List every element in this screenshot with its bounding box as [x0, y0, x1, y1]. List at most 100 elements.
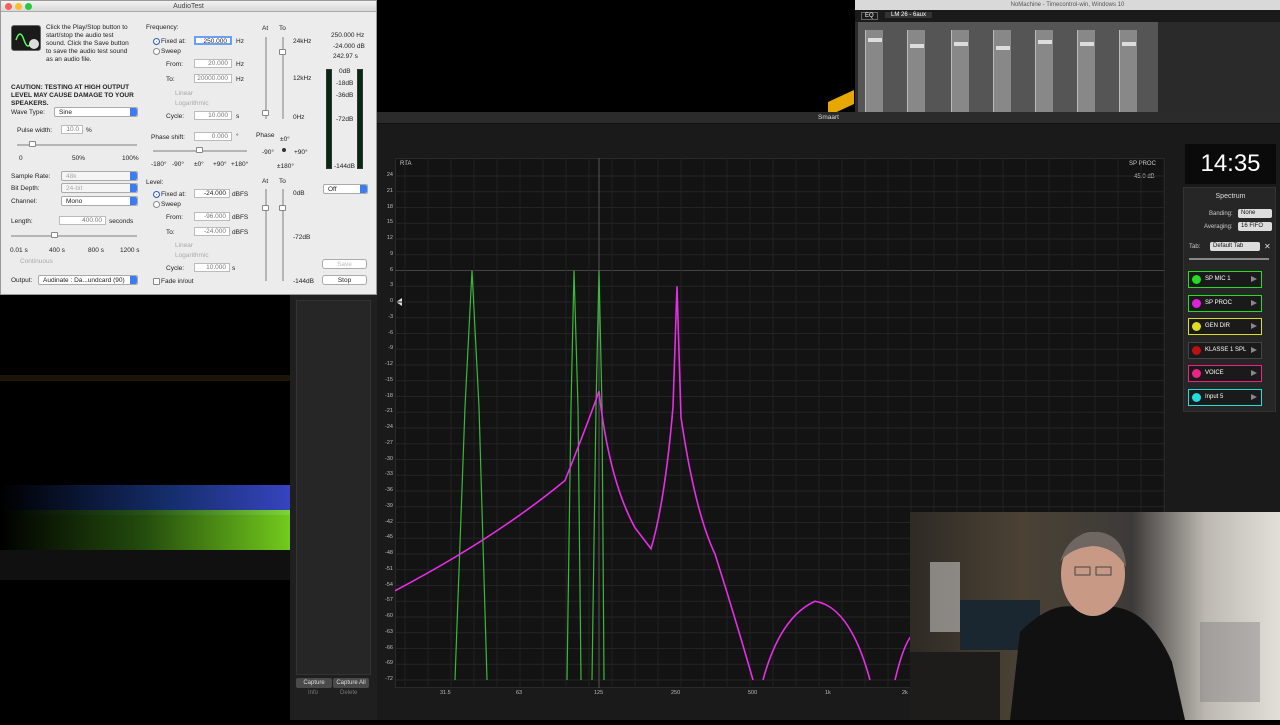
length-tick-min: 0.01 s [10, 247, 28, 254]
track-item[interactable]: GEN DIR [1188, 318, 1262, 335]
track-label: VOICE [1205, 370, 1224, 376]
freq-log-radio: Logarithmic [175, 100, 209, 107]
track-item[interactable]: VOICE [1188, 365, 1262, 382]
output-select[interactable]: Audinate : Da...undcard (90) [38, 275, 138, 285]
channel-select[interactable]: Mono [61, 196, 138, 206]
freq-from-field[interactable]: 20.000 [194, 59, 232, 68]
level-cycle-label: Cycle: [166, 265, 185, 272]
freq-fixed-field[interactable]: 250.000 [194, 36, 232, 45]
track-play-icon[interactable] [1251, 393, 1257, 400]
fade-checkbox[interactable] [153, 278, 160, 285]
tab-lm26[interactable]: LM 26 - 6aux [885, 12, 933, 18]
frequency-label: Frequency: [146, 24, 179, 31]
track-color-icon[interactable] [1192, 345, 1201, 355]
tab-select[interactable]: Default Tab [1210, 242, 1260, 251]
track-item[interactable]: SP MIC 1 [1188, 271, 1262, 288]
averaging-select[interactable]: 16 FIFO [1238, 222, 1272, 231]
capture-all-button[interactable]: Capture All [333, 678, 369, 688]
mixer-fader[interactable] [951, 30, 969, 112]
freq-cycle-field[interactable]: 10.000 [194, 111, 232, 120]
tools-icon[interactable]: ✕ [1264, 242, 1273, 251]
track-color-icon[interactable] [1192, 392, 1201, 402]
play-stop-icon[interactable] [11, 25, 41, 51]
track-play-icon[interactable] [1251, 276, 1257, 282]
wave-type-select[interactable]: Sine [54, 107, 138, 117]
freq-to-field[interactable]: 20000.000 [194, 74, 232, 83]
track-play-icon[interactable] [1251, 323, 1257, 329]
track-color-icon[interactable] [1192, 298, 1201, 308]
desktop-background [0, 295, 290, 720]
freq-at-knob[interactable] [262, 110, 269, 116]
freq-sweep-radio[interactable] [153, 48, 160, 55]
mixer-fader[interactable] [993, 30, 1011, 112]
minimize-icon[interactable] [15, 3, 22, 10]
phase-knob[interactable] [196, 147, 203, 153]
phase-shift-field[interactable]: 0.000 [194, 132, 232, 141]
track-item[interactable]: KLASSE 1 SPL [1188, 341, 1262, 359]
mixer-fader[interactable] [1035, 30, 1053, 112]
freq-to-knob[interactable] [279, 49, 286, 55]
pulse-tick-50: 50% [72, 155, 86, 162]
close-icon[interactable] [5, 3, 12, 10]
caution-text: CAUTION: TESTING AT HIGH OUTPUT LEVEL MA… [11, 84, 134, 107]
length-tick-800: 800 s [88, 247, 104, 254]
level-to-field[interactable]: -24.000 [194, 227, 230, 236]
level-to-slider[interactable] [282, 189, 284, 281]
zoom-icon[interactable] [25, 3, 32, 10]
track-play-icon[interactable] [1251, 299, 1257, 306]
freq-at-slider[interactable] [265, 37, 267, 119]
track-color-icon[interactable] [1192, 275, 1201, 284]
zoom-slider[interactable] [1189, 258, 1269, 260]
track-item[interactable]: Input 5 [1188, 388, 1262, 406]
pulse-width-knob[interactable] [29, 141, 36, 147]
smaart-titlebar[interactable]: Smaart [377, 112, 1280, 124]
level-fixed-radio[interactable] [153, 191, 160, 198]
y-tick-label: -69 [385, 660, 393, 667]
audiotest-titlebar[interactable]: AudioTest [1, 1, 376, 12]
channel-value: Mono [66, 198, 83, 205]
mixer-fader[interactable] [1077, 30, 1095, 112]
tab-eq[interactable]: EQ [861, 12, 878, 20]
level-at-slider[interactable] [265, 189, 267, 281]
level-log-radio: Logarithmic [175, 252, 209, 259]
mixer-fader[interactable] [907, 30, 925, 112]
stop-button[interactable]: Stop [322, 275, 367, 285]
level-to-knob[interactable] [279, 205, 286, 211]
track-color-icon[interactable] [1192, 369, 1201, 378]
length-field[interactable]: 400.00 [59, 216, 106, 225]
mixer-fader[interactable] [1119, 30, 1137, 112]
track-item[interactable]: SP PROC [1188, 294, 1262, 312]
track-play-icon[interactable] [1251, 346, 1257, 353]
level-at-knob[interactable] [262, 205, 269, 211]
output-mode-select[interactable]: Off [323, 184, 368, 194]
capture-button[interactable]: Capture [296, 678, 332, 688]
fade-label: Fade in/out [161, 278, 194, 285]
length-slider[interactable] [11, 235, 137, 237]
delete-button[interactable]: Delete [340, 690, 357, 696]
audiotest-window: AudioTest Click the Play/Stop button to … [0, 0, 377, 295]
phase-dial-icon[interactable] [282, 148, 286, 152]
info-button[interactable]: Info [308, 690, 318, 696]
x-tick-label: 250 [671, 690, 681, 696]
mixer-fader[interactable] [865, 30, 883, 112]
freq-from-unit: Hz [236, 61, 244, 68]
y-tick-label: -57 [385, 597, 393, 604]
pulse-width-field[interactable]: 10.0 [61, 125, 83, 134]
save-button[interactable]: Save [322, 259, 367, 269]
banding-select[interactable]: None [1238, 209, 1272, 218]
averaging-label: Averaging: [1204, 224, 1233, 230]
window-title: AudioTest [173, 3, 204, 10]
track-color-icon[interactable] [1192, 322, 1201, 331]
nomachine-titlebar[interactable]: NoMachine - Timecontrol-win, Windows 10 [855, 0, 1280, 10]
track-play-icon[interactable] [1251, 370, 1257, 376]
freq-fixed-radio[interactable] [153, 38, 160, 45]
level-fixed-field[interactable]: -24.000 [194, 189, 230, 198]
level-sweep-radio[interactable] [153, 201, 160, 208]
level-from-field[interactable]: -96.000 [194, 212, 230, 221]
phase-tick-m180: -180° [151, 161, 167, 168]
y-tick-label: -6 [388, 329, 393, 336]
freq-fixed-label: Fixed at: [161, 38, 186, 45]
y-tick-label: -27 [385, 439, 393, 446]
level-cycle-field[interactable]: 10.000 [194, 263, 230, 272]
length-knob[interactable] [51, 232, 58, 238]
